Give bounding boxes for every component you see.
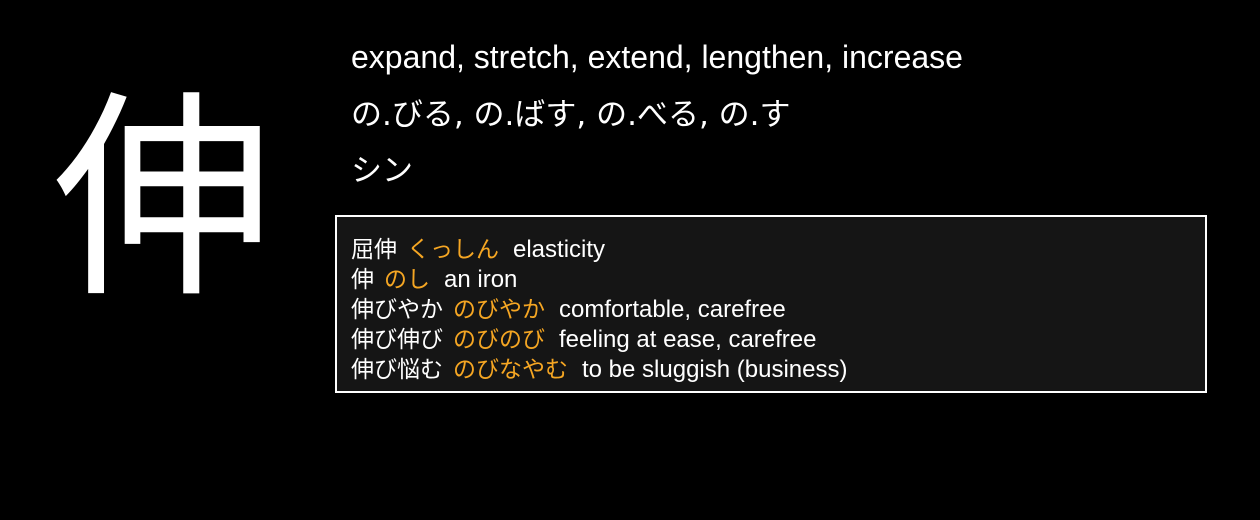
example-meaning: feeling at ease, carefree <box>559 326 817 353</box>
kun-readings: の.びる, の.ばす, の.べる, の.す <box>351 97 791 133</box>
example-reading: のびやか <box>453 297 545 323</box>
example-word: 伸び伸び <box>351 327 443 353</box>
example-row: 伸のし an iron <box>351 265 1205 295</box>
examples-box: 屈伸 くっしん elasticity 伸のし an iron 伸びやか のびやか comf… <box>335 215 1207 393</box>
example-meaning: elasticity <box>513 236 606 263</box>
example-word: 伸びやか <box>351 297 443 323</box>
example-row: 伸び悩む のびなやむ to be sluggish (business) <box>351 355 1205 385</box>
example-meaning: an iron <box>444 266 518 293</box>
example-row: 伸び伸び のびのび feeling at ease, carefree <box>351 325 1205 355</box>
example-word: 伸び悩む <box>351 357 443 383</box>
example-word: 屈伸 <box>351 237 397 263</box>
example-row: 屈伸 くっしん elasticity <box>351 235 1205 265</box>
example-reading: のし <box>384 267 430 293</box>
example-meaning: comfortable, carefree <box>559 296 786 323</box>
example-reading: のびなやむ <box>453 357 568 383</box>
example-reading: くっしん <box>407 237 499 263</box>
kanji-character: 伸 <box>52 72 273 328</box>
example-meaning: to be sluggish (business) <box>582 356 848 383</box>
example-row: 伸びやか のびやか comfortable, carefree <box>351 295 1205 325</box>
example-reading: のびのび <box>453 327 545 353</box>
kanji-meanings: expand, stretch, extend, lengthen, incre… <box>351 39 963 75</box>
on-readings: シン <box>351 153 413 189</box>
example-word: 伸 <box>351 267 374 293</box>
